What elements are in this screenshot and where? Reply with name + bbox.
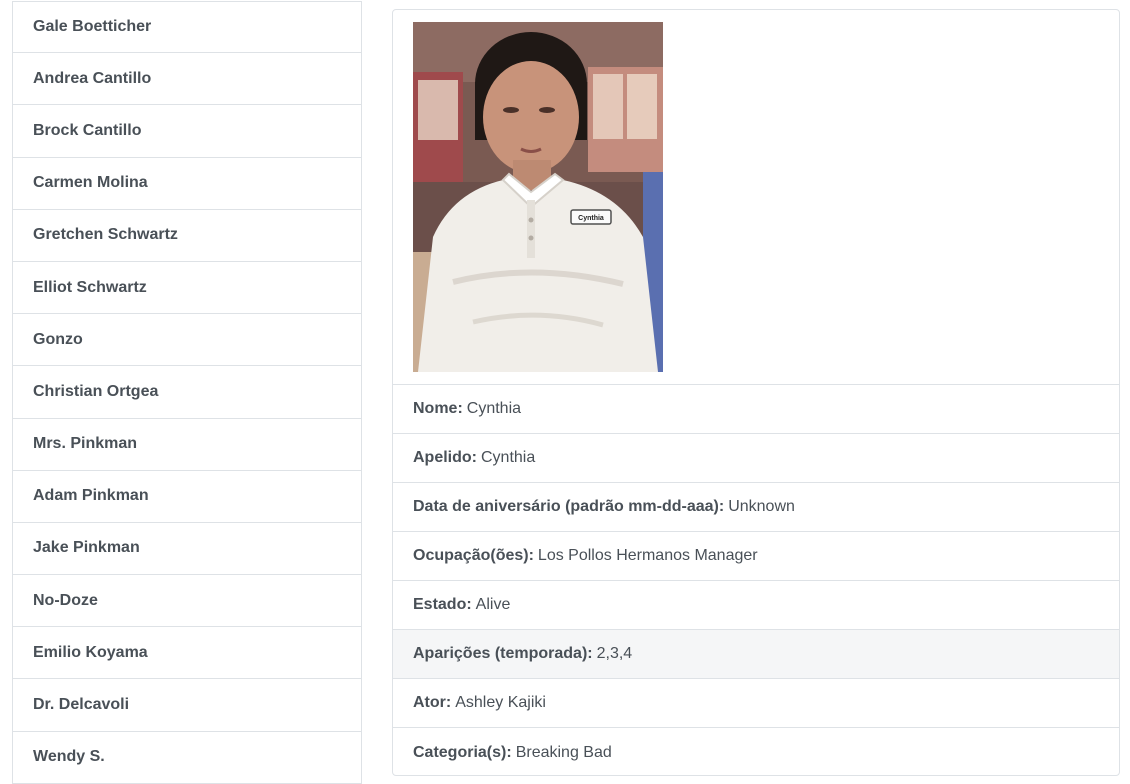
detail-value: Los Pollos Hermanos Manager <box>537 547 758 564</box>
detail-label: Ator: <box>413 694 452 711</box>
detail-label: Estado: <box>413 596 472 613</box>
detail-value: 2,3,4 <box>596 645 633 662</box>
photo-container: Cynthia <box>393 10 1119 385</box>
detail-value: Cynthia <box>466 400 522 417</box>
detail-label: Aparições (temporada): <box>413 645 593 662</box>
list-item[interactable]: Mrs. Pinkman <box>13 418 361 471</box>
detail-value: Unknown <box>728 498 795 515</box>
list-item[interactable]: Gale Boetticher <box>13 1 361 54</box>
detail-label: Ocupação(ões): <box>413 547 534 564</box>
list-item[interactable]: Brock Cantillo <box>13 105 361 158</box>
detail-row-status: Estado: Alive <box>393 581 1119 630</box>
list-item[interactable]: Emilio Koyama <box>13 627 361 680</box>
name-tag-text: Cynthia <box>578 215 604 222</box>
detail-row-nome: Nome: Cynthia <box>393 385 1119 434</box>
detail-row-apelido: Apelido: Cynthia <box>393 434 1119 483</box>
detail-row-actor: Ator: Ashley Kajiki <box>393 679 1119 728</box>
detail-value: Breaking Bad <box>515 743 612 761</box>
list-item[interactable]: Andrea Cantillo <box>13 53 361 106</box>
detail-row-birthday: Data de aniversário (padrão mm-dd-aaa): … <box>393 483 1119 532</box>
list-item[interactable]: Jake Pinkman <box>13 522 361 576</box>
list-item[interactable]: Gonzo <box>13 314 361 367</box>
detail-label: Apelido: <box>413 449 477 466</box>
list-item[interactable]: Elliot Schwartz <box>13 261 361 315</box>
detail-label: Categoria(s): <box>413 743 512 761</box>
list-item[interactable]: Christian Ortgea <box>13 366 361 419</box>
detail-value: Alive <box>475 596 511 613</box>
character-detail-card: Cynthia Nome: Cynthia Apelido: Cynthia D… <box>392 9 1120 776</box>
list-item[interactable]: Dr. Delcavoli <box>13 679 361 732</box>
character-list: Gale Boetticher Andrea Cantillo Brock Ca… <box>12 1 362 784</box>
detail-value: Ashley Kajiki <box>455 694 546 711</box>
list-item[interactable]: Gretchen Schwartz <box>13 209 361 262</box>
detail-value: Cynthia <box>481 449 536 466</box>
detail-label: Data de aniversário (padrão mm-dd-aaa): <box>413 498 725 515</box>
list-item[interactable]: No-Doze <box>13 575 361 628</box>
detail-row-category: Categoria(s): Breaking Bad <box>393 728 1119 775</box>
detail-row-appearances: Aparições (temporada): 2,3,4 <box>393 630 1119 679</box>
detail-row-occupation: Ocupação(ões): Los Pollos Hermanos Manag… <box>393 532 1119 581</box>
list-item[interactable]: Adam Pinkman <box>13 470 361 523</box>
character-photo: Cynthia <box>413 22 663 372</box>
detail-label: Nome: <box>413 400 463 417</box>
list-item[interactable]: Wendy S. <box>13 731 361 784</box>
list-item[interactable]: Carmen Molina <box>13 157 361 210</box>
